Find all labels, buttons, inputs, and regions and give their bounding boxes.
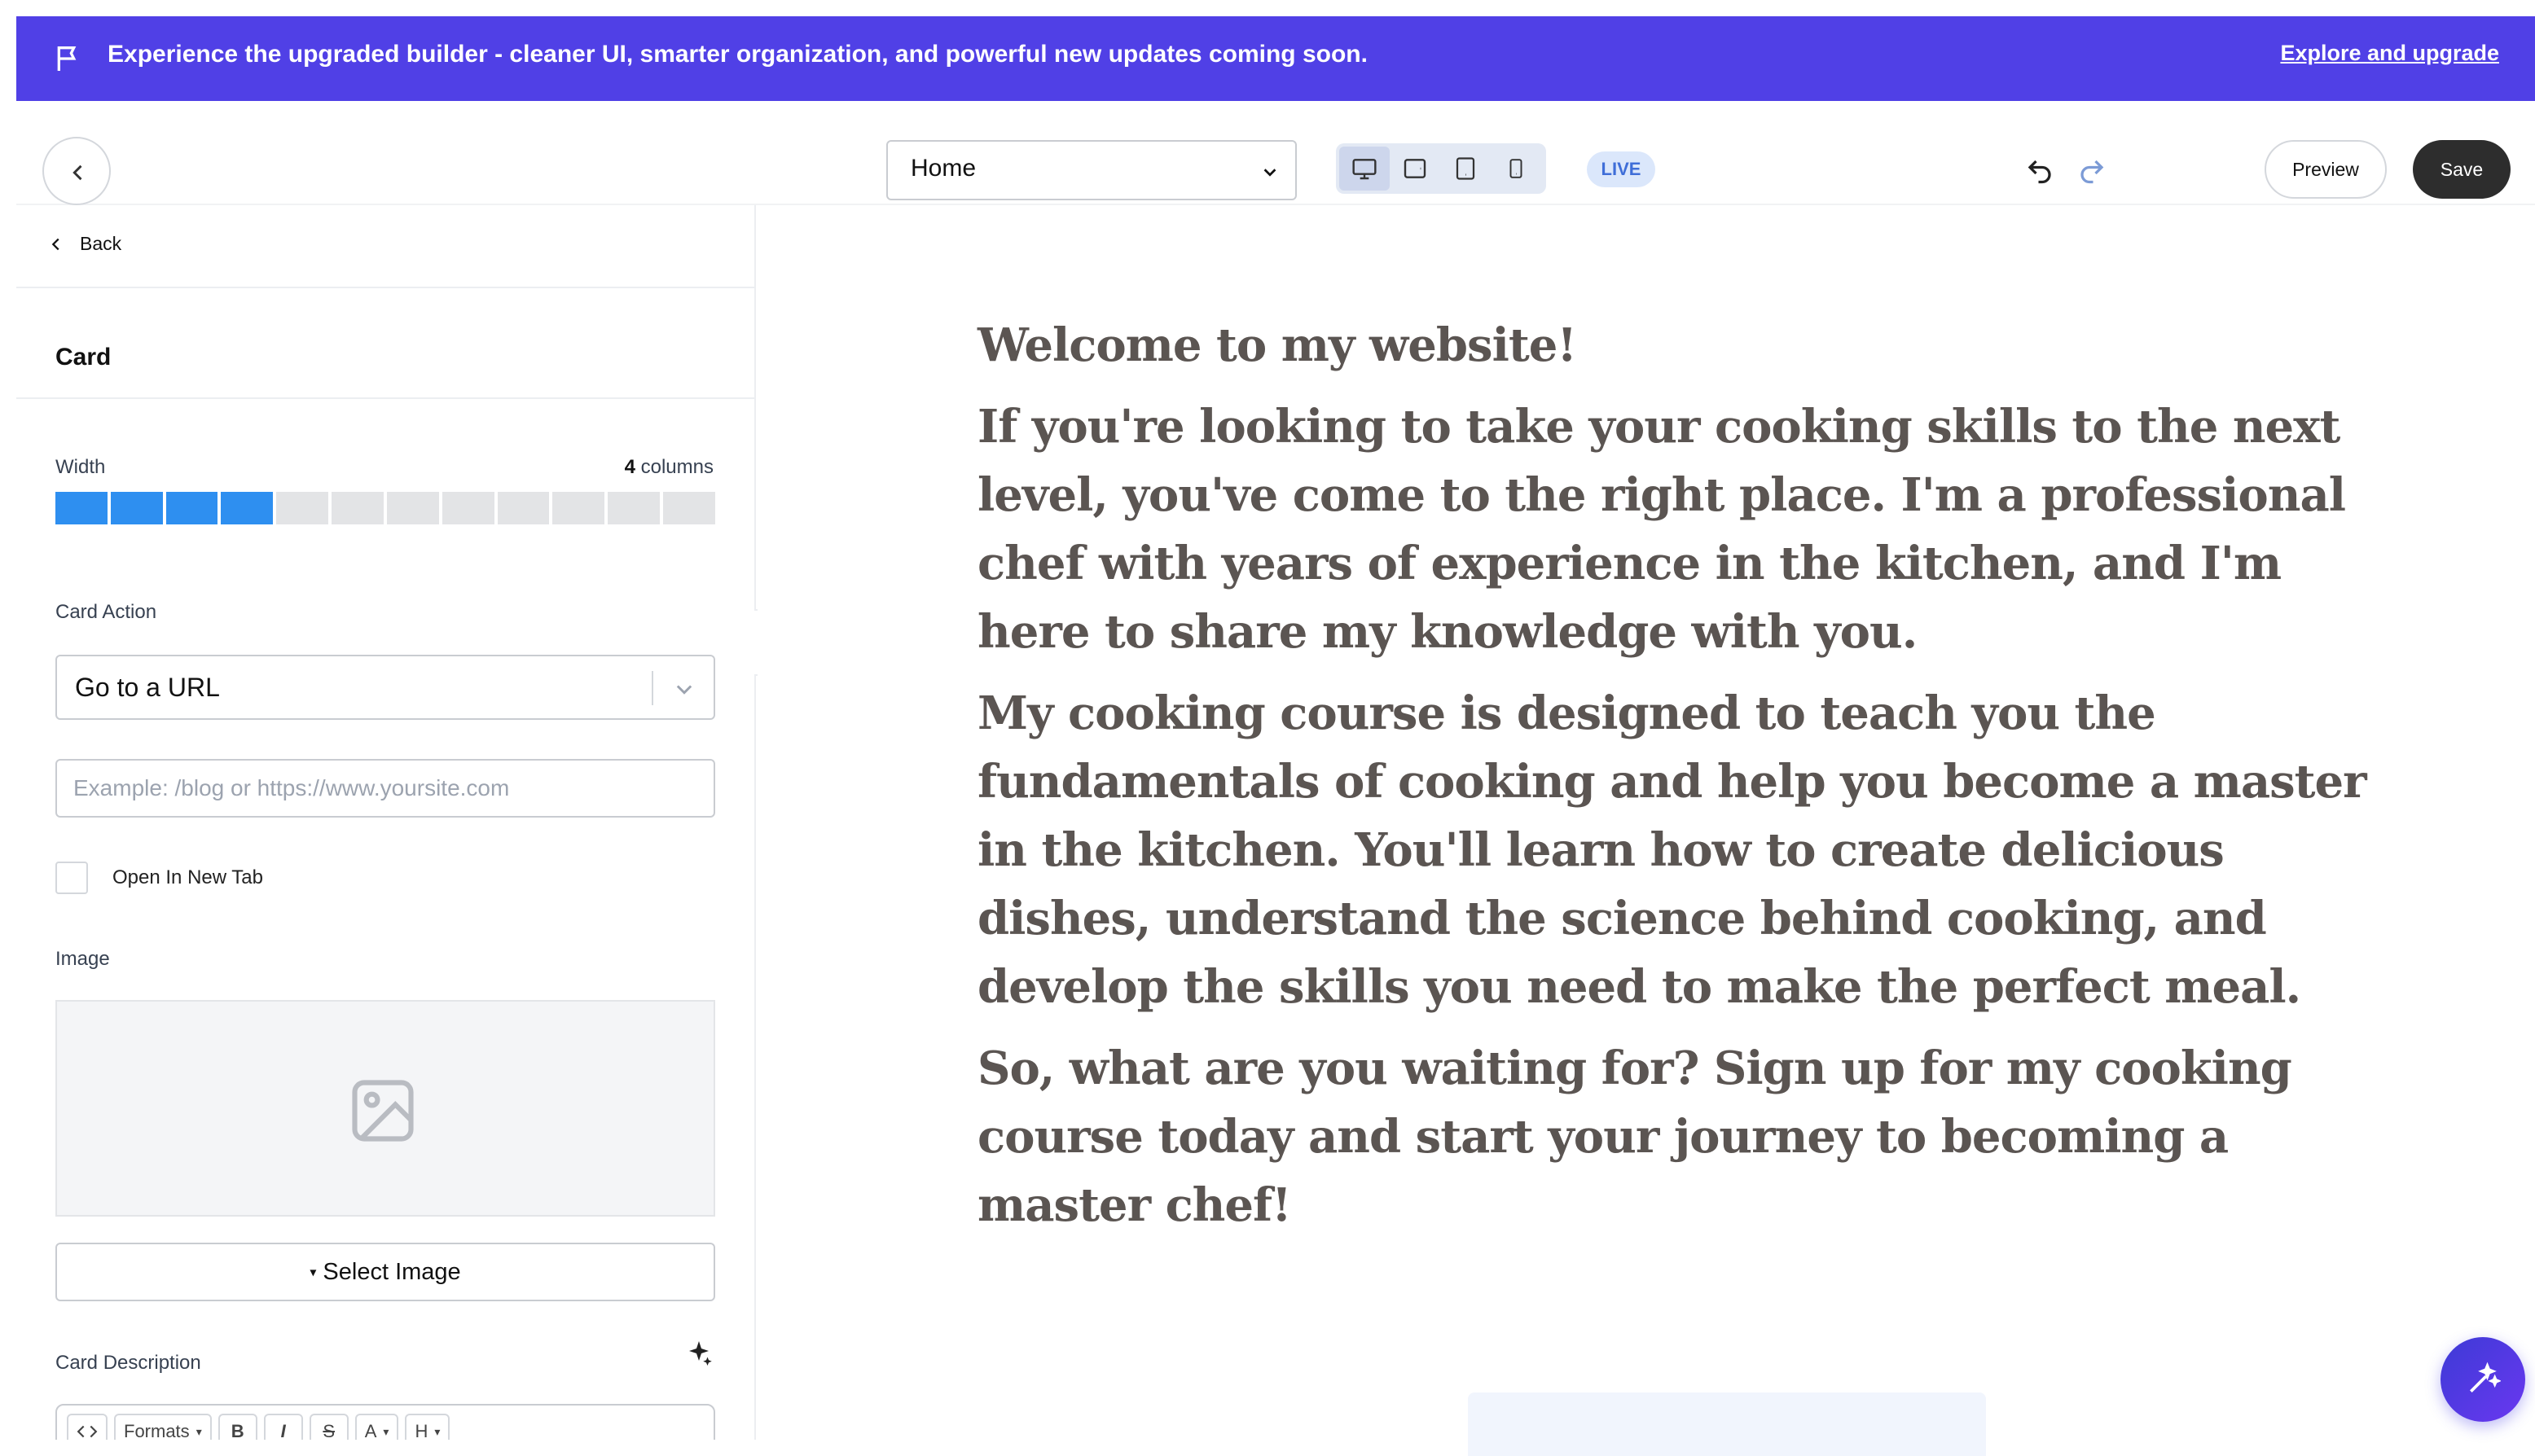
- heading-label: H: [415, 1421, 428, 1440]
- device-desktop-button[interactable]: [1339, 147, 1390, 191]
- live-status-badge: LIVE: [1587, 151, 1655, 187]
- width-column-segment[interactable]: [663, 492, 715, 524]
- card-description-label: Card Description: [55, 1352, 201, 1374]
- card-content[interactable]: Welcome to my website! If you're looking…: [978, 311, 2379, 1252]
- width-column-segment[interactable]: [165, 492, 218, 524]
- chevron-left-icon: [51, 238, 59, 250]
- tablet-portrait-icon: [1456, 157, 1475, 180]
- width-column-segment[interactable]: [221, 492, 274, 524]
- tablet-landscape-icon: [1404, 159, 1426, 178]
- magic-wand-icon: [2470, 1362, 2501, 1392]
- caret-down-icon: ▾: [434, 1424, 441, 1438]
- width-column-segment[interactable]: [386, 492, 439, 524]
- redo-icon[interactable]: [2077, 156, 2107, 186]
- banner-message: Experience the upgraded builder - cleane…: [108, 41, 1368, 68]
- width-column-segment[interactable]: [55, 492, 108, 524]
- top-toolbar: Home LIVE Preview Save: [16, 101, 2535, 205]
- content-paragraph: My cooking course is designed to teach y…: [978, 686, 2367, 1014]
- url-input[interactable]: [55, 759, 715, 818]
- page-canvas: Welcome to my website! If you're looking…: [758, 205, 2535, 1440]
- strikethrough-button[interactable]: S: [309, 1414, 349, 1440]
- back-label: Back: [80, 233, 122, 254]
- ai-assistant-button[interactable]: [2441, 1337, 2525, 1422]
- width-label: Width: [55, 456, 106, 478]
- source-code-button[interactable]: [67, 1414, 108, 1440]
- page-select-value: Home: [911, 155, 977, 182]
- device-tablet-landscape-button[interactable]: [1390, 147, 1440, 191]
- caret-down-icon: ▾: [310, 1265, 317, 1280]
- width-column-slider[interactable]: [55, 492, 715, 524]
- select-image-label: Select Image: [323, 1259, 461, 1285]
- heading-dropdown[interactable]: H ▾: [405, 1414, 450, 1440]
- chevron-down-icon: [1263, 169, 1276, 177]
- card-action-value: Go to a URL: [75, 673, 220, 702]
- width-column-segment[interactable]: [552, 492, 605, 524]
- content-paragraph: Welcome to my website!: [978, 318, 1577, 372]
- open-new-tab-checkbox[interactable]: [55, 862, 88, 894]
- mobile-icon: [1509, 159, 1522, 178]
- font-color-dropdown[interactable]: A ▾: [354, 1414, 399, 1440]
- width-column-segment[interactable]: [608, 492, 661, 524]
- formats-dropdown[interactable]: Formats ▾: [114, 1414, 212, 1440]
- next-section-preview: [1468, 1392, 1986, 1456]
- width-column-segment[interactable]: [442, 492, 494, 524]
- width-columns-unit: columns: [640, 456, 714, 478]
- app-window: Experience the upgraded builder - cleane…: [16, 16, 2535, 1456]
- width-columns-count: 4: [624, 456, 635, 478]
- desktop-icon: [1352, 159, 1377, 180]
- image-label: Image: [55, 948, 110, 970]
- image-icon: [352, 1080, 414, 1142]
- width-column-segment[interactable]: [497, 492, 550, 524]
- preview-button[interactable]: Preview: [2265, 140, 2387, 199]
- bold-button[interactable]: B: [217, 1414, 257, 1440]
- caret-down-icon: ▾: [383, 1424, 389, 1438]
- open-new-tab-label: Open In New Tab: [112, 866, 264, 888]
- rich-text-toolbar: Formats ▾ B I S A ▾ H ▾: [55, 1404, 715, 1440]
- select-separator: [652, 671, 653, 705]
- page-select[interactable]: Home: [886, 140, 1297, 200]
- content-paragraph: So, what are you waiting for? Sign up fo…: [978, 1042, 2292, 1232]
- explore-upgrade-link[interactable]: Explore and upgrade: [2280, 41, 2499, 66]
- save-button[interactable]: Save: [2413, 140, 2511, 199]
- back-link[interactable]: Back: [47, 233, 121, 255]
- undo-icon[interactable]: [2025, 156, 2054, 186]
- width-column-segment[interactable]: [110, 492, 163, 524]
- formats-label: Formats: [124, 1421, 190, 1440]
- italic-button[interactable]: I: [263, 1414, 303, 1440]
- device-tablet-portrait-button[interactable]: [1440, 147, 1491, 191]
- ai-sparkle-icon[interactable]: [684, 1339, 714, 1368]
- width-value: 4 columns: [625, 456, 714, 479]
- content-paragraph: If you're looking to take your cooking s…: [978, 400, 2346, 659]
- font-color-label: A: [364, 1421, 377, 1440]
- code-icon: [77, 1425, 98, 1438]
- image-placeholder[interactable]: [55, 1000, 715, 1217]
- panel-title: Card: [55, 344, 112, 371]
- divider: [16, 287, 754, 288]
- divider: [16, 397, 754, 399]
- flag-icon: [57, 46, 77, 71]
- card-action-select[interactable]: Go to a URL: [55, 655, 715, 720]
- select-image-button[interactable]: ▾ Select Image: [55, 1243, 715, 1301]
- card-action-label: Card Action: [55, 601, 157, 623]
- width-column-segment[interactable]: [332, 492, 384, 524]
- device-mobile-button[interactable]: [1491, 147, 1541, 191]
- upgrade-banner: Experience the upgraded builder - cleane…: [16, 16, 2535, 101]
- chevron-down-icon: [676, 685, 692, 695]
- device-switcher: [1336, 143, 1546, 194]
- settings-sidebar: Back Card Width 4 columns Card Action Go…: [16, 205, 756, 1440]
- chevron-left-icon: [72, 164, 82, 181]
- width-column-segment[interactable]: [276, 492, 329, 524]
- exit-button[interactable]: [42, 137, 111, 205]
- caret-down-icon: ▾: [196, 1424, 202, 1438]
